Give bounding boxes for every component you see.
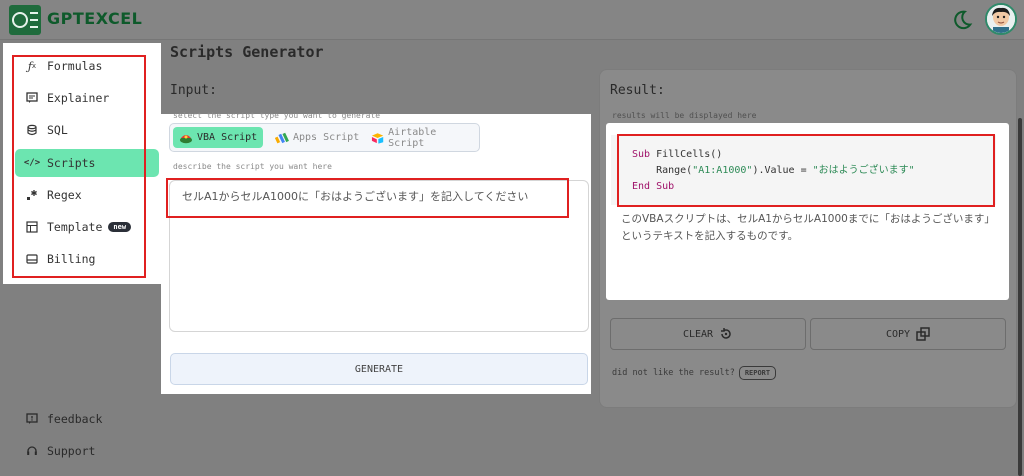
script-type-selector: VBA Script Apps Script Airtable Script [169, 123, 480, 152]
logo-icon[interactable] [9, 5, 41, 35]
result-label: Result: [610, 83, 665, 98]
result-feedback: did not like the result? REPORT [612, 366, 777, 380]
tab-apps-script[interactable]: Apps Script [269, 127, 365, 148]
feedback-icon [25, 412, 39, 426]
support-link[interactable]: Support [25, 444, 95, 458]
code-highlight-box [617, 134, 995, 207]
tab-label: Airtable Script [388, 126, 437, 149]
feedback-link[interactable]: feedback [25, 412, 102, 426]
copy-button[interactable]: COPY [810, 318, 1006, 350]
vba-icon [180, 134, 192, 143]
feedback-label: feedback [47, 412, 103, 426]
clear-label: CLEAR [682, 328, 714, 340]
feedback-question: did not like the result? [612, 368, 735, 378]
support-label: Support [47, 444, 96, 458]
input-label: Input: [170, 83, 217, 98]
app-header: GPTEXCEL [0, 0, 1024, 40]
copy-label: COPY [885, 328, 911, 340]
input-panel: select the script type you want to gener… [161, 111, 591, 394]
prompt-highlight-box [166, 178, 569, 218]
reset-icon [721, 328, 731, 339]
copy-icon [916, 327, 930, 341]
airtable-icon [371, 132, 384, 144]
result-explanation: このVBAスクリプトは、セルA1からセルA1000までに「おはようございます」と… [621, 213, 995, 242]
generate-label: GENERATE [354, 363, 404, 375]
result-hint: results will be displayed here [612, 111, 757, 120]
tab-label: Apps Script [293, 132, 360, 143]
report-button[interactable]: REPORT [738, 366, 777, 380]
generate-button[interactable]: GENERATE [170, 353, 588, 385]
describe-hint: describe the script you want here [173, 162, 332, 171]
clear-button[interactable]: CLEAR [610, 318, 806, 350]
tab-vba-script[interactable]: VBA Script [173, 127, 264, 148]
user-avatar[interactable] [985, 3, 1017, 35]
apps-script-icon [275, 132, 289, 143]
tab-label: VBA Script [197, 132, 258, 143]
logo-text[interactable]: GPTEXCEL [47, 9, 142, 28]
tab-airtable-script[interactable]: Airtable Script [365, 126, 479, 149]
page-scrollbar[interactable] [1018, 118, 1022, 476]
script-type-hint: select the script type you want to gener… [173, 111, 381, 120]
page-title: Scripts Generator [170, 43, 324, 61]
headset-icon [25, 444, 39, 458]
moon-icon[interactable] [951, 9, 973, 31]
sidebar-highlight-box [12, 55, 146, 278]
